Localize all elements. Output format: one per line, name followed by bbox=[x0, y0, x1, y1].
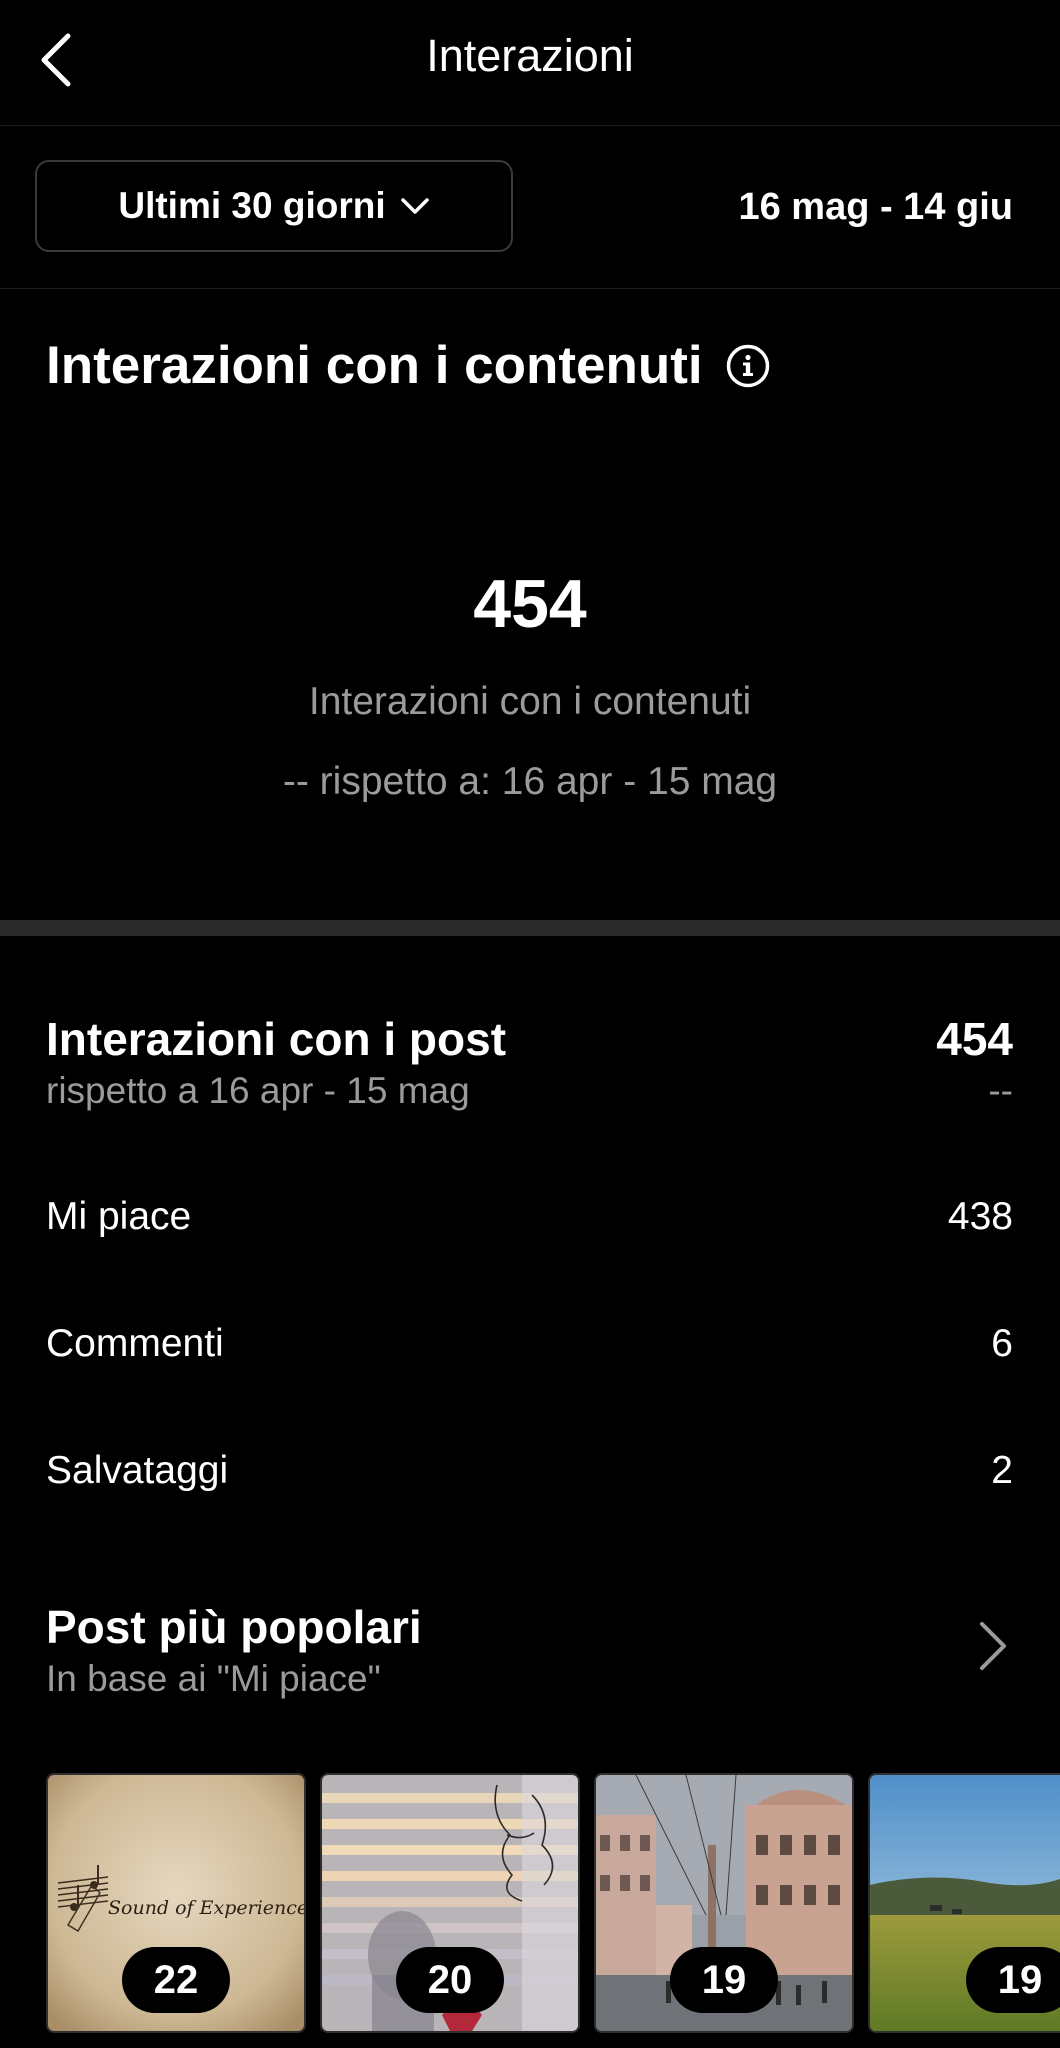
popular-post-thumbnail[interactable]: 20 bbox=[320, 1773, 580, 2033]
metric-saves-label: Salvataggi bbox=[46, 1449, 229, 1492]
popular-posts-title[interactable]: Post più popolari bbox=[46, 1600, 422, 1654]
date-range-text: 16 mag - 14 giu bbox=[738, 186, 1013, 228]
post-interactions-subtitle: rispetto a 16 apr - 15 mag bbox=[46, 1070, 470, 1111]
metric-likes-value: 438 bbox=[947, 1195, 1013, 1238]
date-range-dropdown[interactable]: Ultimi 30 giorni bbox=[35, 160, 513, 252]
page-title: Interazioni bbox=[426, 30, 634, 81]
metric-likes-label: Mi piace bbox=[46, 1195, 192, 1238]
post-interactions-total: 454 bbox=[936, 1013, 1013, 1065]
popular-posts-subtitle: In base ai "Mi piace" bbox=[46, 1658, 381, 1699]
content-interactions-heading: Interazioni con i contenuti bbox=[46, 335, 771, 396]
total-interactions-value: 454 bbox=[473, 566, 587, 642]
chevron-right-icon[interactable] bbox=[972, 1618, 1012, 1674]
popular-post-thumbnail[interactable]: 19 bbox=[594, 1773, 854, 2033]
like-count-badge: 20 bbox=[396, 1947, 504, 2013]
popular-post-thumbnail[interactable]: Sound of Experience 22 bbox=[46, 1773, 306, 2033]
svg-text:Sound of Experience: Sound of Experience bbox=[108, 1897, 304, 1919]
like-count-badge: 19 bbox=[966, 1947, 1060, 2013]
total-interactions-comparison: -- rispetto a: 16 apr - 15 mag bbox=[282, 760, 778, 803]
post-interactions-change: -- bbox=[988, 1070, 1013, 1111]
chevron-down-icon bbox=[400, 198, 429, 214]
metric-comments-value: 6 bbox=[991, 1322, 1013, 1365]
date-range-dropdown-label: Ultimi 30 giorni bbox=[118, 185, 386, 226]
popular-post-thumbnail[interactable]: 19 bbox=[868, 1773, 1060, 2033]
content-interactions-title: Interazioni con i contenuti bbox=[46, 336, 703, 395]
like-count-badge: 19 bbox=[670, 1947, 778, 2013]
post-interactions-title: Interazioni con i post bbox=[46, 1013, 507, 1065]
like-count-badge: 22 bbox=[122, 1947, 230, 2013]
total-interactions-caption: Interazioni con i contenuti bbox=[308, 680, 752, 723]
section-divider bbox=[0, 920, 1060, 936]
metric-saves-value: 2 bbox=[991, 1449, 1013, 1492]
info-icon[interactable] bbox=[725, 343, 771, 389]
metric-comments-label: Commenti bbox=[46, 1322, 224, 1365]
